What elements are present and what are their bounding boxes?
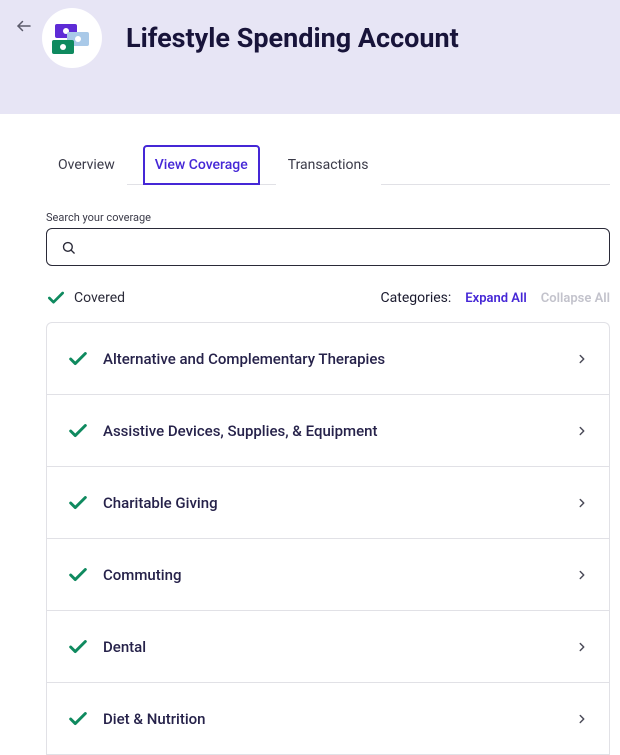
coverage-row[interactable]: Assistive Devices, Supplies, & Equipment (47, 395, 609, 467)
chevron-right-icon (575, 352, 589, 366)
coverage-list: Alternative and Complementary Therapies … (46, 322, 610, 755)
coverage-row[interactable]: Diet & Nutrition (47, 683, 609, 755)
account-icon-badge (42, 8, 102, 68)
check-icon (67, 636, 89, 658)
chevron-right-icon (575, 640, 589, 654)
tab-view-coverage[interactable]: View Coverage (143, 145, 260, 185)
coverage-row[interactable]: Dental (47, 611, 609, 683)
covered-label: Covered (74, 290, 125, 306)
coverage-title: Charitable Giving (103, 494, 575, 512)
coverage-title: Alternative and Complementary Therapies (103, 350, 575, 368)
header-band: Lifestyle Spending Account (0, 0, 620, 114)
check-icon (67, 348, 89, 370)
search-input[interactable] (86, 239, 595, 255)
tab-transactions[interactable]: Transactions (276, 145, 381, 185)
arrow-left-icon (15, 17, 33, 35)
page-title: Lifestyle Spending Account (126, 22, 459, 54)
legend-row: Covered Categories: Expand All Collapse … (46, 288, 610, 308)
coverage-title: Dental (103, 638, 575, 656)
chevron-right-icon (575, 424, 589, 438)
search-label: Search your coverage (46, 211, 616, 224)
coverage-title: Diet & Nutrition (103, 710, 575, 728)
coverage-row[interactable]: Alternative and Complementary Therapies (47, 323, 609, 395)
chevron-right-icon (575, 568, 589, 582)
check-icon (67, 708, 89, 730)
check-icon (67, 564, 89, 586)
check-icon (67, 420, 89, 442)
header-content: Lifestyle Spending Account (42, 8, 459, 68)
search-icon (61, 240, 76, 255)
coverage-row[interactable]: Commuting (47, 539, 609, 611)
expand-all-link[interactable]: Expand All (465, 291, 526, 306)
content-area: Overview View Coverage Transactions Sear… (0, 114, 620, 755)
covered-legend: Covered (46, 288, 125, 308)
check-icon (67, 492, 89, 514)
tabs: Overview View Coverage Transactions (46, 144, 610, 185)
chevron-right-icon (575, 712, 589, 726)
category-controls: Categories: Expand All Collapse All (381, 290, 610, 306)
coverage-title: Commuting (103, 566, 575, 584)
search-field-wrapper[interactable] (46, 228, 610, 266)
money-icon (52, 40, 74, 54)
tab-overview[interactable]: Overview (46, 145, 127, 185)
categories-label: Categories: (381, 290, 452, 306)
back-button[interactable] (14, 16, 34, 36)
coverage-row[interactable]: Charitable Giving (47, 467, 609, 539)
check-icon (46, 288, 66, 308)
coverage-title: Assistive Devices, Supplies, & Equipment (103, 422, 575, 440)
chevron-right-icon (575, 496, 589, 510)
collapse-all-link: Collapse All (541, 291, 610, 306)
